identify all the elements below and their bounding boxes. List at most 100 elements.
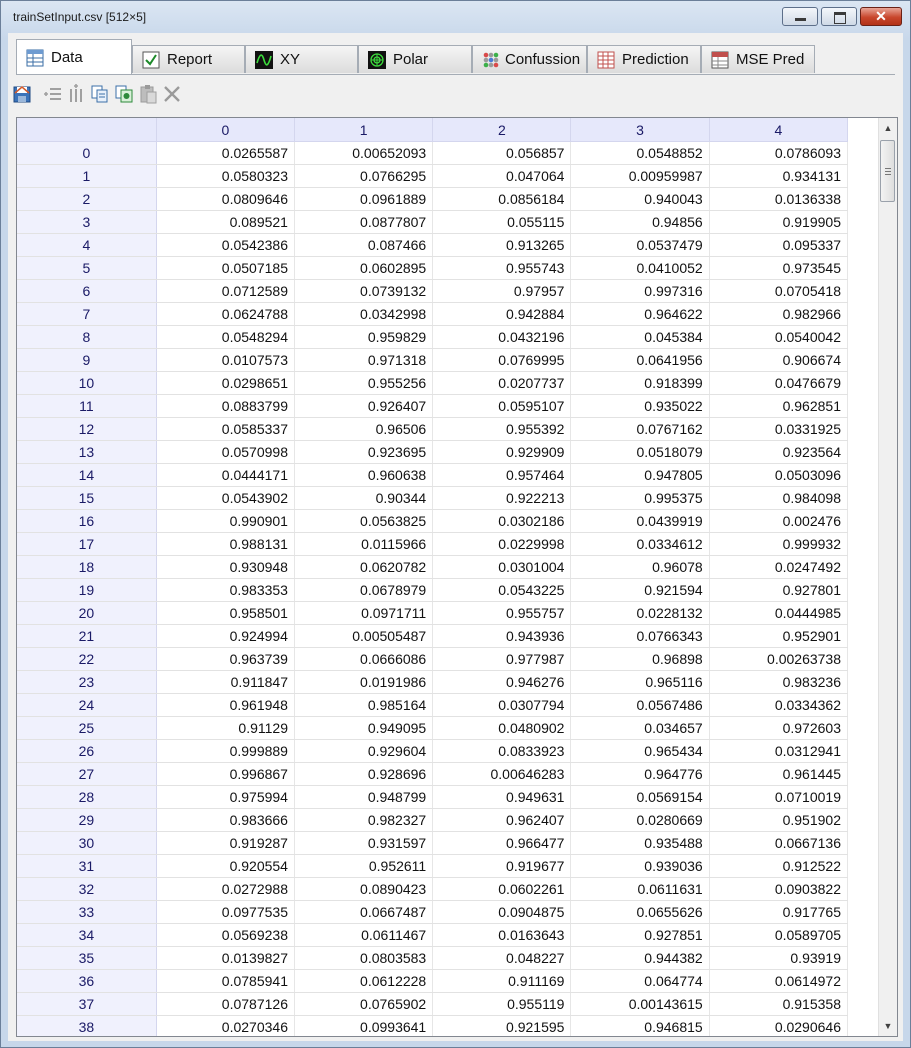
row-header[interactable]: 12 — [17, 417, 157, 441]
table-cell[interactable]: 0.985164 — [294, 693, 434, 717]
table-row[interactable]: 31 0.920554 0.952611 0.919677 0.939036 0.9125… — [17, 854, 849, 878]
row-header[interactable]: 33 — [17, 900, 157, 924]
table-cell[interactable]: 0.0272988 — [156, 877, 295, 901]
table-cell[interactable]: 0.983666 — [156, 808, 295, 832]
table-cell[interactable]: 0.982966 — [709, 302, 849, 326]
tab-mse-pred[interactable]: MSE Pred — [701, 45, 815, 73]
table-cell[interactable]: 0.0569238 — [156, 923, 295, 947]
tab-prediction[interactable]: Prediction — [587, 45, 701, 73]
table-cell[interactable]: 0.0611631 — [570, 877, 710, 901]
table-cell[interactable]: 0.999889 — [156, 739, 295, 763]
table-cell[interactable]: 0.952901 — [709, 624, 849, 648]
table-row[interactable]: 11 0.0883799 0.926407 0.0595107 0.935022 0.96… — [17, 394, 849, 418]
table-cell[interactable]: 0.952611 — [294, 854, 434, 878]
table-cell[interactable]: 0.0614972 — [709, 969, 849, 993]
table-cell[interactable]: 0.045384 — [570, 325, 710, 349]
table-cell[interactable]: 0.0540042 — [709, 325, 849, 349]
title-bar[interactable]: trainSetInput.csv [512×5] ✕ — [1, 1, 910, 33]
table-cell[interactable]: 0.0247492 — [709, 555, 849, 579]
table-cell[interactable]: 0.0207737 — [432, 371, 572, 395]
table-row[interactable]: 23 0.911847 0.0191986 0.946276 0.965116 0.983… — [17, 670, 849, 694]
table-cell[interactable]: 0.920554 — [156, 854, 295, 878]
table-cell[interactable]: 0.0833923 — [432, 739, 572, 763]
table-cell[interactable]: 0.948799 — [294, 785, 434, 809]
tab-data[interactable]: Data — [16, 39, 132, 74]
table-cell[interactable]: 0.963739 — [156, 647, 295, 671]
table-cell[interactable]: 0.921594 — [570, 578, 710, 602]
table-cell[interactable]: 0.915358 — [709, 992, 849, 1016]
table-cell[interactable]: 0.0537479 — [570, 233, 710, 257]
table-row[interactable]: 22 0.963739 0.0666086 0.977987 0.96898 0.0026… — [17, 647, 849, 671]
table-cell[interactable]: 0.0580323 — [156, 164, 295, 188]
table-cell[interactable]: 0.0602895 — [294, 256, 434, 280]
table-cell[interactable]: 0.940043 — [570, 187, 710, 211]
delete-icon[interactable] — [162, 84, 182, 104]
table-cell[interactable]: 0.995375 — [570, 486, 710, 510]
table-cell[interactable]: 0.984098 — [709, 486, 849, 510]
table-cell[interactable]: 0.0298651 — [156, 371, 295, 395]
save-icon[interactable] — [12, 84, 32, 104]
table-cell[interactable]: 0.0766343 — [570, 624, 710, 648]
maximize-button[interactable] — [821, 7, 857, 26]
table-cell[interactable]: 0.089521 — [156, 210, 295, 234]
table-cell[interactable]: 0.0739132 — [294, 279, 434, 303]
row-header[interactable]: 36 — [17, 969, 157, 993]
scroll-down-arrow-icon[interactable]: ▼ — [879, 1018, 897, 1034]
table-cell[interactable]: 0.923564 — [709, 440, 849, 464]
table-cell[interactable]: 0.0904875 — [432, 900, 572, 924]
table-row[interactable]: 19 0.983353 0.0678979 0.0543225 0.921594 0.92… — [17, 578, 849, 602]
table-cell[interactable]: 0.0765902 — [294, 992, 434, 1016]
table-cell[interactable]: 0.96078 — [570, 555, 710, 579]
table-row[interactable]: 3 0.089521 0.0877807 0.055115 0.94856 0.91990… — [17, 210, 849, 234]
row-header[interactable]: 31 — [17, 854, 157, 878]
table-cell[interactable]: 0.00959987 — [570, 164, 710, 188]
table-cell[interactable]: 0.0877807 — [294, 210, 434, 234]
table-cell[interactable]: 0.927801 — [709, 578, 849, 602]
table-cell[interactable]: 0.911169 — [432, 969, 572, 993]
table-cell[interactable]: 0.0542386 — [156, 233, 295, 257]
table-cell[interactable]: 0.996867 — [156, 762, 295, 786]
table-cell[interactable]: 0.999932 — [709, 532, 849, 556]
table-cell[interactable]: 0.0585337 — [156, 417, 295, 441]
table-row[interactable]: 36 0.0785941 0.0612228 0.911169 0.064774 0.06… — [17, 969, 849, 993]
table-cell[interactable]: 0.975994 — [156, 785, 295, 809]
table-cell[interactable]: 0.0432196 — [432, 325, 572, 349]
table-cell[interactable]: 0.0785941 — [156, 969, 295, 993]
row-header[interactable]: 28 — [17, 785, 157, 809]
table-cell[interactable]: 0.96898 — [570, 647, 710, 671]
table-cell[interactable]: 0.0548294 — [156, 325, 295, 349]
row-header[interactable]: 8 — [17, 325, 157, 349]
table-cell[interactable]: 0.0265587 — [156, 141, 295, 165]
table-cell[interactable]: 0.0903822 — [709, 877, 849, 901]
table-cell[interactable]: 0.00263738 — [709, 647, 849, 671]
table-row[interactable]: 38 0.0270346 0.0993641 0.921595 0.946815 0.02… — [17, 1015, 849, 1036]
table-cell[interactable]: 0.048227 — [432, 946, 572, 970]
table-cell[interactable]: 0.90344 — [294, 486, 434, 510]
table-cell[interactable]: 0.943936 — [432, 624, 572, 648]
table-cell[interactable]: 0.0115966 — [294, 532, 434, 556]
table-cell[interactable]: 0.0301004 — [432, 555, 572, 579]
table-cell[interactable]: 0.0667136 — [709, 831, 849, 855]
scroll-up-arrow-icon[interactable]: ▲ — [879, 120, 897, 136]
table-cell[interactable]: 0.960638 — [294, 463, 434, 487]
table-cell[interactable]: 0.97957 — [432, 279, 572, 303]
table-cell[interactable]: 0.0666086 — [294, 647, 434, 671]
table-cell[interactable]: 0.0809646 — [156, 187, 295, 211]
table-cell[interactable]: 0.934131 — [709, 164, 849, 188]
table-cell[interactable]: 0.056857 — [432, 141, 572, 165]
table-cell[interactable]: 0.0518079 — [570, 440, 710, 464]
table-cell[interactable]: 0.0229998 — [432, 532, 572, 556]
table-row[interactable]: 16 0.990901 0.0563825 0.0302186 0.0439919 0.0… — [17, 509, 849, 533]
table-cell[interactable]: 0.0678979 — [294, 578, 434, 602]
row-header[interactable]: 13 — [17, 440, 157, 464]
scroll-thumb[interactable] — [880, 140, 895, 202]
table-cell[interactable]: 0.96506 — [294, 417, 434, 441]
table-cell[interactable]: 0.0270346 — [156, 1015, 295, 1036]
table-cell[interactable]: 0.0444171 — [156, 463, 295, 487]
table-cell[interactable]: 0.0410052 — [570, 256, 710, 280]
table-cell[interactable]: 0.0280669 — [570, 808, 710, 832]
table-cell[interactable]: 0.923695 — [294, 440, 434, 464]
row-header[interactable]: 38 — [17, 1015, 157, 1036]
table-cell[interactable]: 0.0136338 — [709, 187, 849, 211]
table-cell[interactable]: 0.087466 — [294, 233, 434, 257]
